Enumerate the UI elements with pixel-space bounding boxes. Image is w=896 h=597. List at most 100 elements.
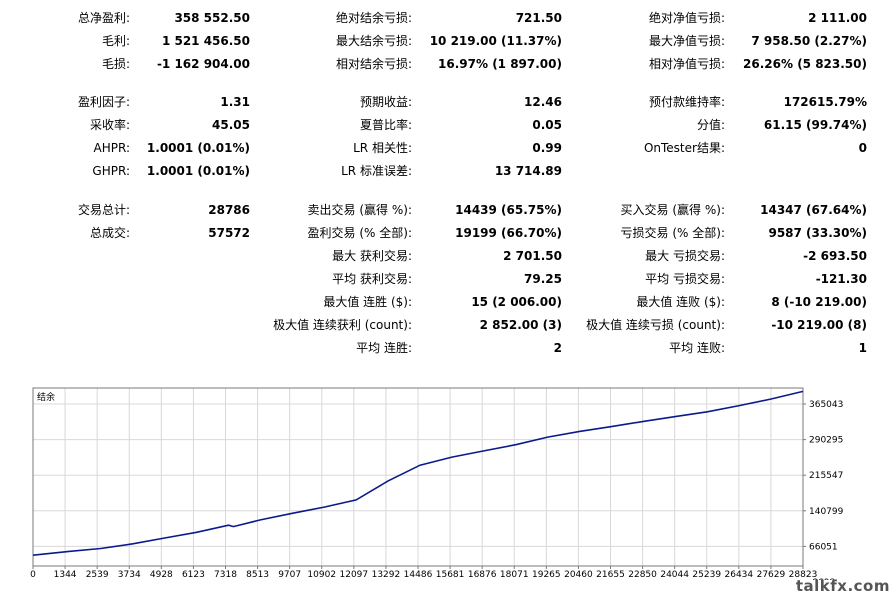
- x-tick-label: 22850: [628, 570, 657, 580]
- stat-value: 14439 (65.75%): [455, 203, 562, 217]
- stat-label: 交易总计:: [77, 203, 130, 217]
- balance-chart: 结余36504329029521554714079966051-86980134…: [0, 380, 896, 597]
- x-tick-label: 7318: [214, 570, 237, 580]
- stat-value: 1.31: [220, 95, 250, 109]
- stat-label: 卖出交易 (赢得 %):: [307, 203, 412, 217]
- x-tick-label: 20460: [564, 570, 593, 580]
- stat-value: 9587 (33.30%): [768, 226, 867, 240]
- stat-value: -2 693.50: [803, 249, 867, 263]
- stat-value: 1 521 456.50: [161, 34, 250, 48]
- stat-value: 2 111.00: [808, 11, 867, 25]
- stat-label: 总净盈利:: [77, 11, 130, 25]
- x-tick-label: 19265: [532, 570, 561, 580]
- stat-value: 2: [553, 341, 562, 355]
- x-tick-label: 0: [30, 570, 36, 580]
- report-stats: 总净盈利: 358 552.50 绝对结余亏损: 721.50 绝对净值亏损: 2 111…: [0, 0, 896, 370]
- stat-label: 最大净值亏损:: [648, 34, 725, 48]
- stat-value: -1 162 904.00: [156, 57, 250, 71]
- stat-value: 28786: [208, 203, 250, 217]
- stat-value: 7 958.50 (2.27%): [751, 34, 867, 48]
- stat-value: -10 219.00 (8): [771, 318, 867, 332]
- x-tick-label: 2539: [86, 570, 109, 580]
- x-tick-label: 13292: [372, 570, 401, 580]
- stat-label: 盈利因子:: [77, 95, 130, 109]
- stat-value: 79.25: [524, 272, 562, 286]
- x-tick-label: 26434: [725, 570, 754, 580]
- stat-value: -121.30: [815, 272, 867, 286]
- stat-value: 172615.79%: [783, 95, 867, 109]
- stat-value: 14347 (67.64%): [760, 203, 867, 217]
- x-tick-label: 16876: [468, 570, 497, 580]
- stat-label: 最大值 连败 ($):: [636, 295, 725, 309]
- stat-value: 358 552.50: [174, 11, 250, 25]
- stat-value: 10 219.00 (11.37%): [429, 34, 562, 48]
- stat-value: 1.0001 (0.01%): [146, 141, 250, 155]
- stat-value: 2 852.00 (3): [479, 318, 562, 332]
- stat-value: 1.0001 (0.01%): [146, 164, 250, 178]
- stat-label: 最大值 连胜 ($):: [323, 295, 412, 309]
- x-tick-label: 15681: [436, 570, 465, 580]
- y-tick-label: 365043: [809, 400, 843, 410]
- x-tick-label: 10902: [307, 570, 336, 580]
- stat-label: 夏普比率:: [359, 118, 412, 132]
- stat-label: LR 相关性:: [353, 141, 412, 155]
- y-tick-label: 140799: [809, 507, 844, 517]
- stat-label: 预付款维持率:: [648, 95, 725, 109]
- stat-value: 13 714.89: [494, 164, 562, 178]
- stat-value: 0: [858, 141, 867, 155]
- x-tick-label: 14486: [404, 570, 433, 580]
- stat-value: 16.97% (1 897.00): [438, 57, 562, 71]
- x-tick-label: 18071: [500, 570, 529, 580]
- x-tick-label: 9707: [278, 570, 301, 580]
- stat-label: 分值:: [696, 118, 725, 132]
- stat-label: AHPR:: [93, 141, 130, 155]
- stat-label: 最大结余亏损:: [335, 34, 412, 48]
- stat-label: 极大值 连续亏损 (count):: [586, 318, 725, 332]
- stat-value: 0.99: [532, 141, 562, 155]
- y-tick-label: 215547: [809, 471, 843, 481]
- stat-value: 61.15 (99.74%): [763, 118, 867, 132]
- stat-value: 8 (-10 219.00): [771, 295, 867, 309]
- stat-label: 绝对净值亏损:: [648, 11, 725, 25]
- stat-label: 盈利交易 (% 全部):: [307, 226, 412, 240]
- x-tick-label: 27629: [757, 570, 786, 580]
- stat-label: 毛利:: [101, 34, 130, 48]
- stat-label: 采收率:: [89, 118, 130, 132]
- stat-label: 总成交:: [89, 226, 130, 240]
- x-tick-label: 3734: [118, 570, 141, 580]
- x-tick-label: 6123: [182, 570, 205, 580]
- y-tick-label: 290295: [809, 436, 843, 446]
- stat-label: 亏损交易 (% 全部):: [620, 226, 725, 240]
- x-tick-label: 1344: [54, 570, 77, 580]
- stat-label: 买入交易 (赢得 %):: [620, 203, 725, 217]
- stat-value: 1: [858, 341, 867, 355]
- stat-label: 绝对结余亏损:: [335, 11, 412, 25]
- stat-label: 最大 获利交易:: [332, 249, 412, 263]
- stat-value: 57572: [208, 226, 250, 240]
- stat-label: 毛损:: [101, 57, 130, 71]
- stat-value: 26.26% (5 823.50): [743, 57, 867, 71]
- stat-label: 平均 连胜:: [356, 341, 412, 355]
- stat-value: 19199 (66.70%): [455, 226, 562, 240]
- stat-value: 45.05: [212, 118, 250, 132]
- stat-value: 0.05: [532, 118, 562, 132]
- x-tick-label: 8513: [246, 570, 269, 580]
- stat-label: LR 标准误差:: [341, 164, 412, 178]
- x-tick-label: 25239: [692, 570, 721, 580]
- stat-value: 15 (2 006.00): [471, 295, 562, 309]
- chart-title: 结余: [37, 391, 55, 403]
- y-tick-label: 66051: [809, 542, 838, 552]
- stat-label: 相对结余亏损:: [335, 57, 412, 71]
- watermark-text: talkfx.com: [795, 577, 890, 595]
- stat-label: OnTester结果:: [643, 141, 725, 155]
- balance-chart-svg: 结余36504329029521554714079966051-86980134…: [30, 387, 844, 580]
- x-tick-label: 4928: [150, 570, 173, 580]
- stat-label: 平均 连败:: [669, 341, 725, 355]
- stat-label: 最大 亏损交易:: [645, 249, 725, 263]
- stat-value: 2 701.50: [503, 249, 562, 263]
- stat-label: GHPR:: [92, 164, 130, 178]
- x-tick-label: 21655: [596, 570, 625, 580]
- stat-label: 极大值 连续获利 (count):: [273, 318, 412, 332]
- stat-label: 相对净值亏损:: [648, 57, 725, 71]
- stat-label: 平均 亏损交易:: [645, 272, 725, 286]
